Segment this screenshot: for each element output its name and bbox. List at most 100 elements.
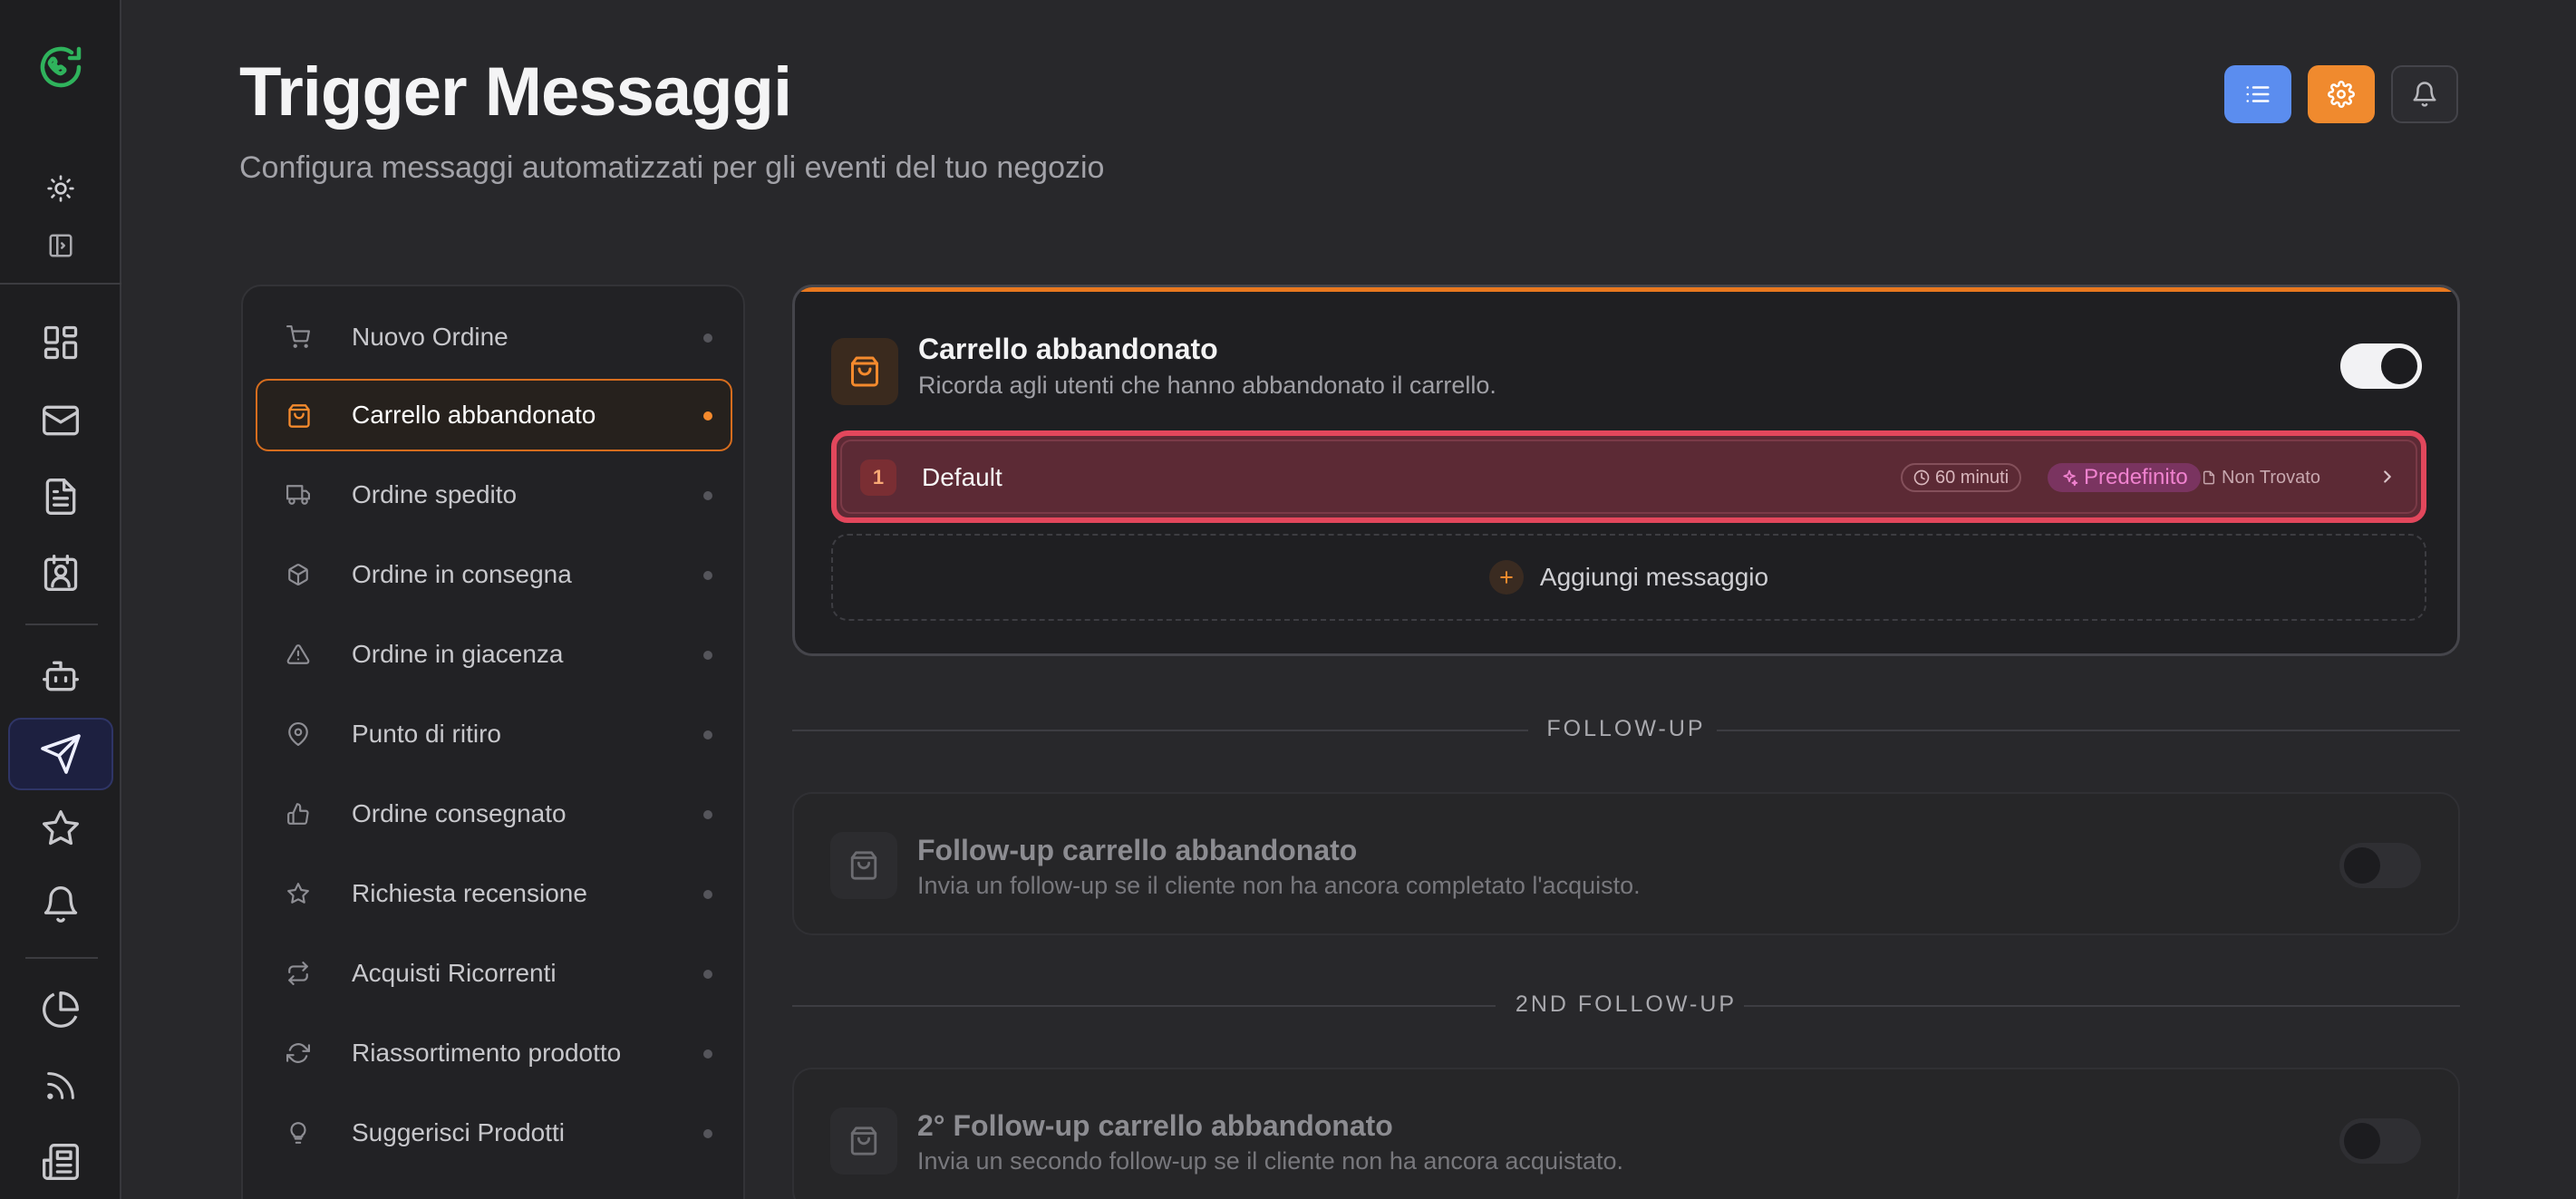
status-dot [703,730,712,740]
contacts-icon[interactable] [0,553,121,593]
map-pin-icon [288,722,308,746]
status-dot [703,651,712,660]
bell-icon[interactable] [0,885,121,924]
add-message-label: Aggiungi messaggio [1539,563,1769,591]
shopping-bag-icon [288,404,310,428]
refresh-icon [286,1043,310,1063]
pie-chart-icon[interactable] [0,990,121,1030]
trigger-description: Ricorda agli utenti che hanno abbandonat… [918,372,1496,399]
toggle-knob [2344,1123,2380,1159]
sidebar-toggle-icon[interactable] [0,232,121,259]
menu-item-carrello-abbandonato[interactable]: Carrello abbandonato [256,379,732,451]
menu-item-label: Ordine in giacenza [352,640,564,668]
template-status-chip: Non Trovato [2191,463,2331,492]
trigger-title: 2° Follow-up carrello abbandonato [917,1109,1393,1142]
bell-icon [2413,82,2436,107]
menu-item-label: Nuovo Ordine [352,323,508,351]
toggle-knob [2381,348,2417,384]
gear-icon [2328,81,2355,108]
trigger-icon-box [830,1107,897,1175]
add-message-button[interactable]: Aggiungi messaggio [831,534,2426,621]
menu-item-riassortimento-prodotto[interactable]: Riassortimento prodotto [256,1017,732,1089]
trigger-card-follow-up: Follow-up carrello abbandonato Invia un … [792,792,2460,935]
rail-divider [25,624,98,625]
status-dot [703,491,712,500]
rail-divider [0,283,121,285]
default-badge: Predefinito [2048,463,2201,492]
default-badge-text: Predefinito [2084,465,2188,489]
thumbs-up-icon [287,803,309,825]
menu-item-punto-di-ritiro[interactable]: Punto di ritiro [256,698,732,770]
menu-item-richiesta-recensione[interactable]: Richiesta recensione [256,857,732,930]
trigger-card-carrello-abbandonato: Carrello abbandonato Ricorda agli utenti… [792,285,2460,656]
section-divider-2nd-follow-up: 2ND FOLLOW-UP [792,988,2460,1024]
send-icon[interactable] [0,732,121,776]
menu-item-label: Richiesta recensione [352,879,587,907]
menu-item-ordine-in-giacenza[interactable]: Ordine in giacenza [256,618,732,691]
document-icon[interactable] [0,477,121,517]
menu-item-nuovo-ordine[interactable]: Nuovo Ordine [256,301,732,373]
warning-icon [286,644,310,664]
notifications-button[interactable] [2391,65,2458,123]
menu-item-label: Riassortimento prodotto [352,1039,622,1067]
message-row-default[interactable]: 1 Default 60 minuti Predefinito Non Trov… [831,430,2426,523]
trigger-icon-box [831,338,898,405]
template-status-text: Non Trovato [2222,467,2320,488]
star-icon[interactable] [0,808,121,848]
settings-button[interactable] [2308,65,2375,123]
page-title: Trigger Messaggi [239,53,792,131]
shopping-bag-icon [851,356,878,387]
clock-icon [1913,469,1930,486]
section-label: 2ND FOLLOW-UP [1515,991,1738,1017]
mail-icon[interactable] [0,401,121,440]
trigger-enable-toggle[interactable] [2339,843,2421,888]
menu-item-ordine-in-consegna[interactable]: Ordine in consegna [256,538,732,611]
menu-item-ordine-consegnato[interactable]: Ordine consegnato [256,778,732,850]
status-dot [703,571,712,580]
bot-icon[interactable] [0,656,121,696]
trigger-description: Invia un follow-up se il cliente non ha … [917,872,1641,899]
menu-item-ordine-spedito[interactable]: Ordine spedito [256,459,732,531]
shopping-bag-icon [850,851,877,880]
logo-icon[interactable] [0,40,121,94]
delay-text: 60 minuti [1935,467,2009,488]
package-icon [288,564,308,585]
menu-item-label: Ordine spedito [352,480,518,508]
status-dot [703,1049,712,1059]
chevron-right-icon[interactable] [2377,467,2397,487]
star-icon [287,883,309,904]
status-dot [703,1129,712,1138]
section-label: FOLLOW-UP [1546,716,1706,741]
delay-chip: 60 minuti [1901,463,2022,492]
message-name: Default [922,463,1002,491]
newspaper-icon[interactable] [0,1142,121,1182]
cart-icon [286,325,310,348]
trigger-enable-toggle[interactable] [2340,343,2422,389]
trigger-title: Carrello abbandonato [918,333,1218,365]
file-icon [2203,470,2215,485]
theme-toggle-icon[interactable] [0,174,121,203]
menu-item-label: Carrello abbandonato [352,401,596,429]
menu-item-suggerisci-prodotti[interactable]: Suggerisci Prodotti [256,1097,732,1169]
dashboard-icon[interactable] [0,323,121,363]
plus-icon [1488,560,1524,595]
rss-icon[interactable] [0,1068,121,1104]
list-icon [2246,86,2270,102]
rail-divider [25,957,98,959]
status-dot [703,810,712,819]
message-index-badge: 1 [860,459,896,496]
section-divider-follow-up: FOLLOW-UP [792,712,2460,749]
toggle-knob [2344,847,2380,884]
repeat-icon [288,962,308,985]
menu-item-label: Ordine in consegna [352,560,572,588]
trigger-title: Follow-up carrello abbandonato [917,834,1358,866]
trigger-card-2nd-follow-up: 2° Follow-up carrello abbandonato Invia … [792,1068,2460,1199]
lightbulb-icon [290,1122,306,1144]
sparkle-icon [2063,469,2078,487]
status-dot [703,970,712,979]
shopping-bag-icon [850,1126,877,1155]
page-subtitle: Configura messaggi automatizzati per gli… [239,150,1105,185]
list-view-button[interactable] [2224,65,2291,123]
menu-item-acquisti-ricorrenti[interactable]: Acquisti Ricorrenti [256,937,732,1010]
trigger-enable-toggle[interactable] [2339,1118,2421,1164]
